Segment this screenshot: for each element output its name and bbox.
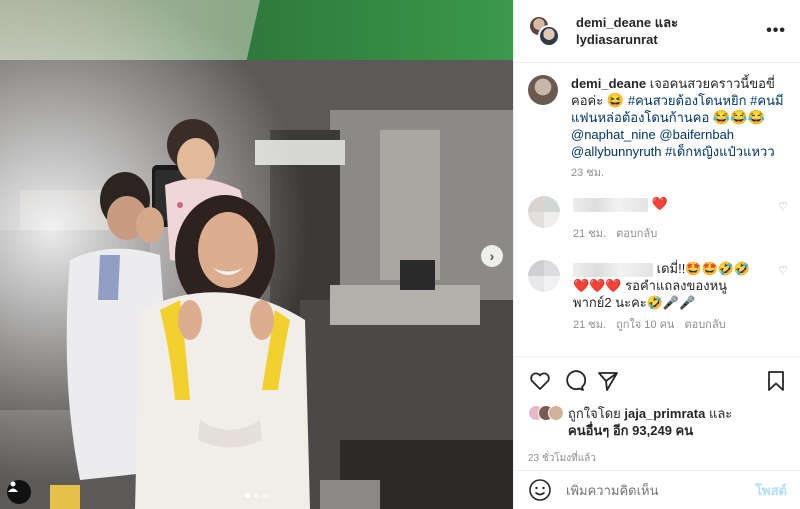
blurred-username xyxy=(573,262,653,277)
comment-time: 21 ชม. xyxy=(573,319,607,331)
tears-of-joy-emoji-icon: 😂😂😂 xyxy=(712,109,766,125)
avatar[interactable] xyxy=(528,196,560,228)
heart-icon[interactable] xyxy=(528,369,552,393)
post-header: demi_deane และ lydiasarunrat ••• xyxy=(514,0,800,63)
tagged-users-button[interactable] xyxy=(7,480,31,504)
chevron-right-icon: › xyxy=(489,248,495,264)
reply-button[interactable]: ตอบกลับ xyxy=(684,317,725,334)
mention-link[interactable]: @allybunnyruth xyxy=(571,144,662,159)
mention-link[interactable]: @baifernbah xyxy=(659,127,734,142)
comment-item: ❤️ 21 ชม. ตอบกลับ ♡ xyxy=(514,196,800,242)
carousel-indicator xyxy=(245,493,268,498)
add-comment-bar: โพสต์ xyxy=(514,470,800,509)
caption-timestamp: 23 ชม. xyxy=(571,167,605,179)
next-image-button[interactable]: › xyxy=(481,245,503,267)
avatar[interactable] xyxy=(528,260,560,292)
author-line[interactable]: demi_deane และ xyxy=(576,14,678,31)
comment-meta: 21 ชม. ถูกใจ 10 คน ตอบกลับ xyxy=(573,317,786,334)
carousel-dot xyxy=(254,493,259,498)
likes-summary: ถูกใจโดย jaja_primrata และ คนอื่นๆ อีก 9… xyxy=(528,405,787,439)
emoji-icon[interactable] xyxy=(528,478,552,502)
carousel-dot xyxy=(263,493,268,498)
share-icon[interactable] xyxy=(596,369,620,393)
likes-prefix: ถูกใจโดย xyxy=(568,406,621,421)
comment-text: พากย์2 นะคะ🤣🎤🎤 xyxy=(573,295,696,310)
author-line[interactable]: lydiasarunrat xyxy=(576,31,678,48)
hashtag-link[interactable]: #เด็กหญิงแป๋วแหวว xyxy=(665,144,774,159)
likes-others-link[interactable]: คนอื่นๆ อีก 93,249 คน xyxy=(568,423,693,438)
bookmark-icon[interactable] xyxy=(765,369,787,393)
like-comment-heart-icon[interactable]: ♡ xyxy=(778,264,788,277)
post-photo[interactable]: › xyxy=(0,0,513,509)
heart-emoji-icon: ❤️ xyxy=(651,196,668,211)
liker-username[interactable]: jaja_primrata xyxy=(624,406,705,421)
likes-and: และ xyxy=(708,406,733,421)
laughing-emoji-icon: 😆 xyxy=(606,92,625,108)
blurred-username xyxy=(573,197,648,212)
photo-illustration xyxy=(0,0,513,509)
caption-text: demi_deane เจอคนสวยคราวนี้ขอขี่คอค่ะ 😆 #… xyxy=(571,75,786,182)
comment-text: ❤️❤️❤️ รอคำแถลงของหนู xyxy=(573,278,728,293)
post-actions: ถูกใจโดย jaja_primrata และ คนอื่นๆ อีก 9… xyxy=(514,356,800,466)
avatar[interactable] xyxy=(528,75,558,105)
likes-text: ถูกใจโดย jaja_primrata และ คนอื่นๆ อีก 9… xyxy=(568,405,732,439)
user-icon xyxy=(8,481,18,492)
post-timestamp: 23 ชั่วโมงที่แล้ว xyxy=(528,453,596,464)
post-comment-button[interactable]: โพสต์ xyxy=(755,480,787,501)
more-options-icon[interactable]: ••• xyxy=(766,22,786,40)
avatar xyxy=(538,25,560,47)
post-caption: demi_deane เจอคนสวยคราวนี้ขอขี่คอค่ะ 😆 #… xyxy=(514,63,800,182)
comment-text: เดมี่!!🤩🤩🤣🤣 xyxy=(656,261,751,276)
mention-link[interactable]: @naphat_nine xyxy=(571,127,656,142)
post-authors[interactable]: demi_deane และ lydiasarunrat xyxy=(576,14,678,48)
liker-avatars[interactable] xyxy=(528,405,568,423)
caption-username[interactable]: demi_deane xyxy=(571,76,646,91)
like-comment-heart-icon[interactable]: ♡ xyxy=(778,200,788,213)
comment-icon[interactable] xyxy=(562,369,586,393)
action-bar xyxy=(528,369,787,393)
reply-button[interactable]: ตอบกลับ xyxy=(616,224,657,242)
comment-body: เดมี่!!🤩🤩🤣🤣 ❤️❤️❤️ รอคำแถลงของหนู พากย์2… xyxy=(573,260,786,334)
post-details-panel: demi_deane และ lydiasarunrat ••• demi_de… xyxy=(513,0,800,509)
comment-body: ❤️ 21 ชม. ตอบกลับ xyxy=(573,196,783,242)
avatar xyxy=(548,405,564,421)
collab-avatars[interactable] xyxy=(528,15,560,47)
carousel-dot-active xyxy=(245,493,250,498)
comment-time: 21 ชม. xyxy=(573,228,607,240)
comment-input[interactable] xyxy=(566,482,756,498)
comment-likes[interactable]: ถูกใจ 10 คน xyxy=(616,317,674,334)
hashtag-link[interactable]: #คนสวยต้องโดนหยิก xyxy=(628,93,747,108)
comment-item: เดมี่!!🤩🤩🤣🤣 ❤️❤️❤️ รอคำแถลงของหนู พากย์2… xyxy=(514,260,800,334)
comment-meta: 21 ชม. ตอบกลับ xyxy=(573,224,783,242)
